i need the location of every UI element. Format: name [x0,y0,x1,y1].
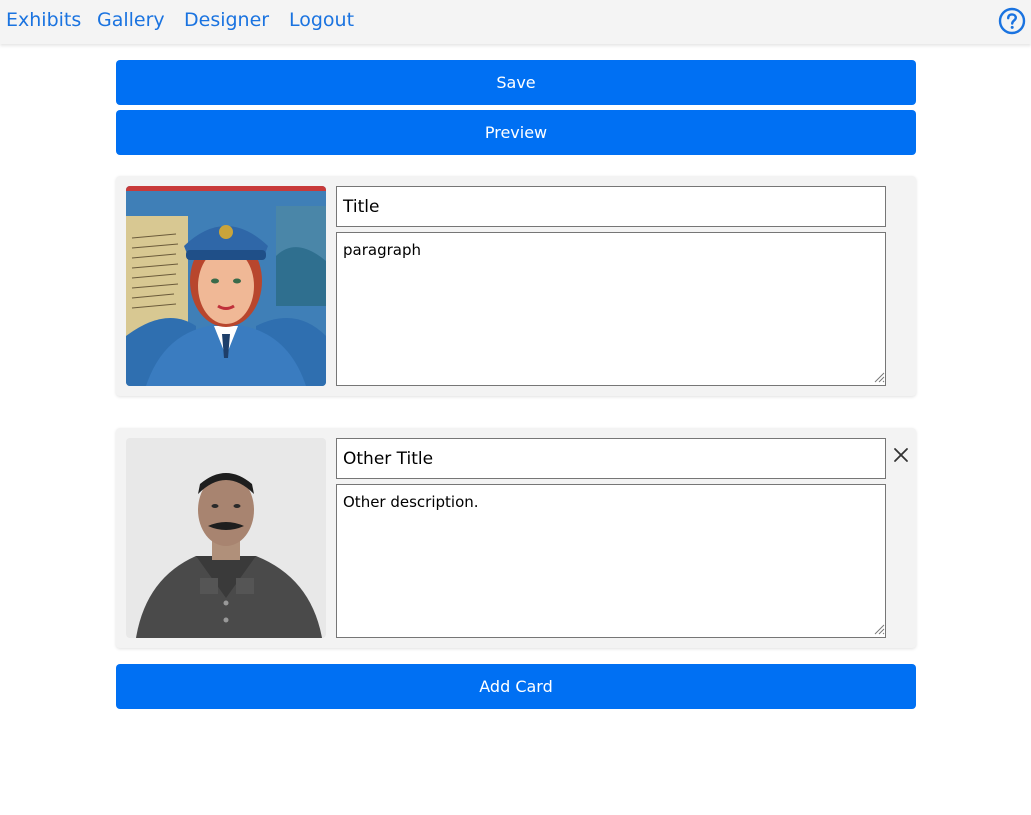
exhibit-card: Other Title Other description. [116,428,916,648]
exhibit-card: Title paragraph [116,176,916,396]
nav-link-logout[interactable]: Logout [289,9,354,31]
nav-link-designer[interactable]: Designer [184,9,269,31]
save-button[interactable]: Save [116,60,916,105]
card-description-textarea[interactable]: Other description. [336,484,886,638]
card-image[interactable] [126,438,326,638]
resize-grip-icon[interactable] [873,371,885,383]
top-nav: Exhibits Gallery Designer Logout [0,0,1031,44]
card-image[interactable] [126,186,326,386]
preview-button[interactable]: Preview [116,110,916,155]
card-title-input[interactable]: Title [336,186,886,227]
resize-grip-icon[interactable] [873,623,885,635]
card-title-input[interactable]: Other Title [336,438,886,479]
close-icon[interactable] [892,446,910,464]
nav-link-exhibits[interactable]: Exhibits [6,9,81,31]
add-card-button[interactable]: Add Card [116,664,916,709]
card-description-textarea[interactable]: paragraph [336,232,886,386]
help-circle-icon[interactable] [998,7,1026,35]
nav-link-gallery[interactable]: Gallery [97,9,165,31]
